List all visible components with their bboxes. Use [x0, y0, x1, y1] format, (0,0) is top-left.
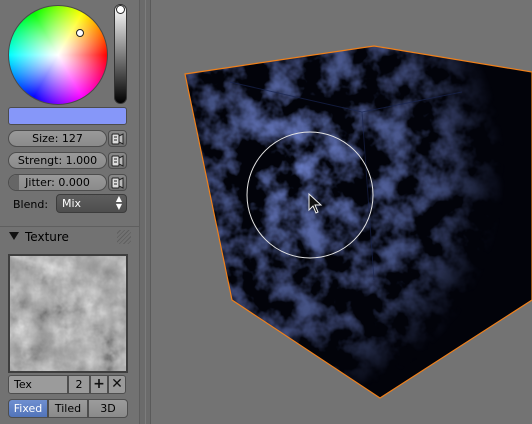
viewport-canvas[interactable]: [152, 0, 532, 424]
mode-tiled-button[interactable]: Tiled: [48, 399, 88, 418]
blend-mode-select[interactable]: Mix ▲ ▼: [56, 194, 127, 213]
pen-pressure-icon: [111, 133, 124, 145]
size-label: Size: 127: [32, 132, 83, 145]
size-pressure-button[interactable]: [108, 130, 127, 147]
texture-panel-header[interactable]: Texture: [0, 226, 139, 247]
mode-fixed-button[interactable]: Fixed: [8, 399, 48, 418]
value-slider[interactable]: [114, 4, 127, 104]
unlink-icon: ✕: [111, 376, 123, 392]
color-wheel-picker[interactable]: [76, 29, 84, 37]
select-arrows-icon: ▲ ▼: [115, 194, 122, 211]
jitter-label: Jitter: 0.000: [25, 176, 90, 189]
blend-label: Blend:: [13, 198, 49, 211]
jitter-pressure-button[interactable]: [108, 174, 127, 191]
unlink-texture-button[interactable]: ✕: [108, 375, 126, 394]
volume-cloud: [185, 46, 532, 398]
strength-field[interactable]: Strengt: 1.000: [8, 152, 107, 169]
blend-mode-value: Mix: [62, 197, 82, 210]
value-slider-handle[interactable]: [116, 5, 125, 14]
jitter-field[interactable]: Jitter: 0.000: [8, 174, 107, 191]
3d-viewport[interactable]: [152, 0, 532, 424]
mode-3d-button[interactable]: 3D: [88, 399, 128, 418]
texture-panel-title: Texture: [25, 230, 69, 244]
add-texture-button[interactable]: +: [90, 375, 108, 394]
color-wheel[interactable]: [8, 5, 108, 105]
pen-pressure-icon: [111, 155, 124, 167]
texture-user-count[interactable]: 2: [68, 375, 90, 394]
disclosure-triangle-icon[interactable]: [9, 232, 19, 240]
brush-color-swatch[interactable]: [8, 107, 127, 125]
texture-preview[interactable]: [8, 254, 128, 373]
cloud-texture-image: [10, 256, 126, 371]
strength-pressure-button[interactable]: [108, 152, 127, 169]
texture-name-field[interactable]: Tex: [8, 375, 68, 394]
jitter-fill: [9, 175, 19, 190]
panel-grip-icon[interactable]: [117, 230, 131, 244]
region-splitter[interactable]: [139, 0, 151, 424]
add-icon: +: [93, 376, 105, 392]
size-field[interactable]: Size: 127: [8, 130, 107, 147]
strength-label: Strengt: 1.000: [17, 154, 98, 167]
tool-panel: Size: 127 Strengt: 1.000 Jitter: 0.000 B…: [0, 0, 139, 424]
pen-pressure-icon: [111, 177, 124, 189]
